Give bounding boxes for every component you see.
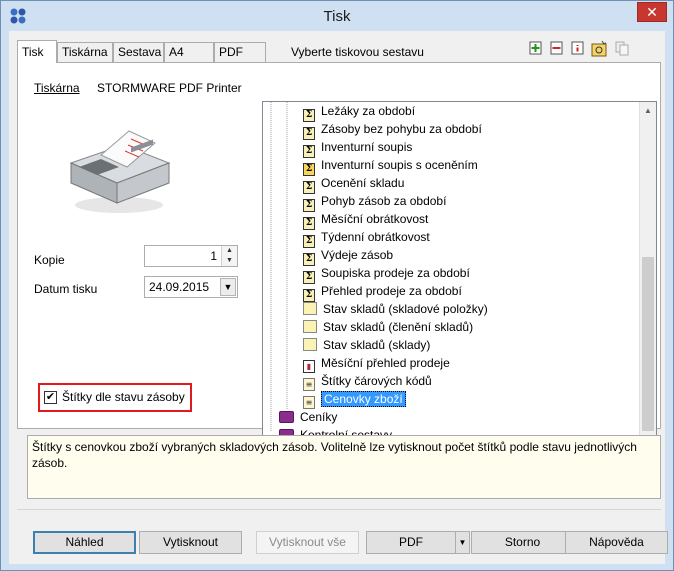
window-title: Tisk — [323, 8, 351, 25]
tab-panel-tisk: Tiskárna STORMWARE PDF Printer Kopie 1 ▲… — [17, 62, 661, 451]
help-label: Nápověda — [589, 535, 644, 549]
preview-button[interactable]: Náhled — [33, 531, 136, 554]
tab-tiskarna[interactable]: Tiskárna — [57, 42, 113, 62]
close-button[interactable]: ✕ — [637, 2, 667, 22]
tree-item-label: Inventurní soupis s oceněním — [321, 158, 478, 172]
separator — [17, 509, 661, 510]
print-label: Vytisknout — [163, 535, 218, 549]
tree-item[interactable]: ▮ Měsíční přehled prodeje — [303, 354, 450, 373]
tree-item-label: Ležáky za období — [321, 104, 416, 118]
manage-reports-button[interactable] — [590, 39, 608, 57]
pdf-button[interactable]: PDF ▼ — [366, 531, 470, 554]
printer-name: STORMWARE PDF Printer — [97, 81, 242, 95]
copies-value: 1 — [210, 249, 217, 263]
print-date-value: 24.09.2015 — [149, 280, 210, 294]
tree-lines — [270, 102, 288, 432]
report-list-icon — [303, 302, 317, 315]
scroll-up-icon[interactable]: ▲ — [640, 102, 656, 119]
printer-icon — [69, 130, 171, 213]
tree-item-label: Stav skladů (sklady) — [323, 338, 431, 352]
tree-item-label: Štítky čárových kódů — [321, 374, 432, 388]
tree-item[interactable]: Σ Inventurní soupis s oceněním — [303, 156, 478, 176]
tree-item[interactable]: Stav skladů (členění skladů) — [303, 318, 473, 336]
tree-item-label: Inventurní soupis — [321, 140, 413, 154]
book-icon — [279, 411, 294, 423]
copy-icon — [615, 41, 629, 56]
pdf-dropdown-icon[interactable]: ▼ — [455, 532, 469, 553]
print-date-label: Datum tisku — [34, 282, 98, 296]
preview-label: Náhled — [65, 535, 104, 549]
tree-item[interactable]: Σ Výdeje zásob — [303, 246, 394, 266]
tree-item-label: Soupiska prodeje za období — [321, 266, 470, 280]
tree-scrollbar[interactable]: ▲ ▼ — [639, 102, 656, 450]
info-icon — [571, 41, 584, 55]
title-bar[interactable]: Tisk ✕ — [1, 1, 673, 31]
spin-up-icon[interactable]: ▲ — [222, 246, 237, 256]
cancel-label: Storno — [504, 535, 541, 549]
tree-item[interactable]: Stav skladů (sklady) — [303, 336, 430, 354]
tab-a4[interactable]: A4 — [164, 42, 214, 62]
tree-item-label: Ocenění skladu — [321, 176, 405, 190]
cancel-button[interactable]: Storno — [471, 531, 574, 554]
close-icon: ✕ — [646, 4, 658, 20]
print-all-button[interactable]: Vytisknout vše — [256, 531, 359, 554]
print-date-picker[interactable]: 24.09.2015 ▼ — [144, 276, 238, 298]
tree-item-label: Zásoby bez pohybu za období — [321, 122, 482, 136]
tree-item[interactable]: Σ Zásoby bez pohybu za období — [303, 120, 482, 140]
printer-link[interactable]: Tiskárna — [34, 81, 80, 95]
help-button[interactable]: Nápověda — [565, 531, 668, 554]
tree-item-label: Přehled prodeje za období — [321, 284, 462, 298]
copies-spin-buttons[interactable]: ▲ ▼ — [221, 246, 237, 266]
spin-down-icon[interactable]: ▼ — [222, 256, 237, 266]
tree-item[interactable]: Σ Ležáky za období — [303, 102, 416, 122]
tree-item[interactable]: ≡ Cenovky zboží — [303, 390, 406, 409]
tree-item[interactable]: Σ Inventurní soupis — [303, 138, 413, 158]
tree-item[interactable]: Σ Týdenní obrátkovost — [303, 228, 430, 248]
tree-item-label: Týdenní obrátkovost — [321, 230, 430, 244]
copies-label: Kopie — [34, 253, 65, 267]
labels-by-stock-checkbox[interactable]: ✔ — [44, 391, 57, 404]
tree-item-label: Stav skladů (členění skladů) — [323, 320, 474, 334]
remove-report-button[interactable] — [548, 39, 566, 57]
scroll-thumb[interactable] — [642, 257, 654, 431]
copies-stepper[interactable]: 1 ▲ ▼ — [144, 245, 238, 267]
pdf-label: PDF — [399, 535, 423, 549]
print-dialog: Tisk ✕ Tisk Tiskárna Sestava A4 PDF Vybe… — [0, 0, 674, 571]
report-info-button[interactable] — [569, 39, 587, 57]
tab-pdf[interactable]: PDF — [214, 42, 266, 62]
report-list-icon — [303, 320, 317, 333]
tree-item-label: Měsíční přehled prodeje — [321, 356, 450, 370]
tree-item[interactable]: Σ Měsíční obrátkovost — [303, 210, 429, 230]
report-select-caption: Vyberte tiskovou sestavu — [291, 45, 424, 59]
labels-by-stock-label[interactable]: Štítky dle stavu zásoby — [62, 390, 185, 404]
tree-item-label: Pohyb zásob za období — [321, 194, 447, 208]
chevron-down-icon[interactable]: ▼ — [220, 278, 236, 296]
add-icon — [529, 41, 542, 55]
report-description: Štítky s cenovkou zboží vybraných sklado… — [27, 435, 661, 499]
tree-group[interactable]: Ceníky — [279, 408, 337, 426]
tree-item[interactable]: ≡ Štítky čárových kódů — [303, 372, 432, 391]
print-button[interactable]: Vytisknout — [139, 531, 242, 554]
tree-item-label: Cenovky zboží — [321, 391, 406, 407]
tab-tisk[interactable]: Tisk — [17, 40, 57, 63]
labels-by-stock-option[interactable]: ✔ Štítky dle stavu zásoby — [38, 383, 192, 412]
manage-icon — [591, 40, 607, 57]
tree-item[interactable]: Stav skladů (skladové položky) — [303, 300, 488, 318]
report-list-icon — [303, 338, 317, 351]
copy-report-button[interactable] — [613, 39, 631, 57]
tree-item[interactable]: Σ Ocenění skladu — [303, 174, 405, 194]
tree-item-label: Měsíční obrátkovost — [321, 212, 429, 226]
dialog-body: Tisk Tiskárna Sestava A4 PDF Vyberte tis… — [9, 31, 668, 564]
remove-icon — [550, 41, 563, 55]
tree-item[interactable]: Σ Soupiska prodeje za období — [303, 264, 470, 284]
print-all-label: Vytisknout vše — [269, 535, 346, 549]
tree-item[interactable]: Σ Přehled prodeje za období — [303, 282, 462, 302]
tab-sestava[interactable]: Sestava — [113, 42, 164, 62]
report-tree[interactable]: Σ Ležáky za období Σ Zásoby bez pohybu za o… — [262, 101, 657, 451]
tree-item-label: Stav skladů (skladové položky) — [323, 302, 488, 316]
tree-item[interactable]: Σ Pohyb zásob za období — [303, 192, 447, 212]
tree-group-label: Ceníky — [300, 410, 338, 424]
tree-item-label: Výdeje zásob — [321, 248, 394, 262]
add-report-button[interactable] — [527, 39, 545, 57]
